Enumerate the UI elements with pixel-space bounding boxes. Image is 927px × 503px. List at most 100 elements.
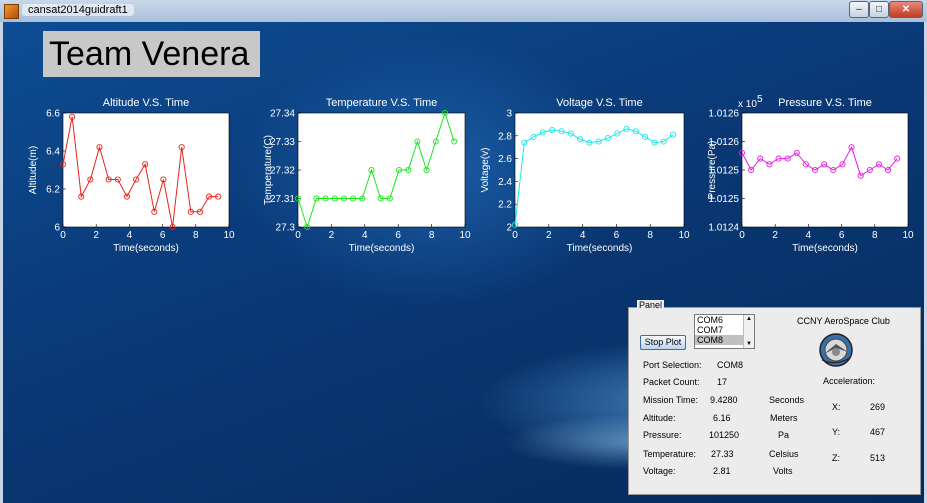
temperature-label: Temperature: xyxy=(643,449,697,459)
close-button[interactable]: ✕ xyxy=(889,1,923,18)
y-tick-label: 3 xyxy=(506,109,512,120)
x-tick-label: 4 xyxy=(362,230,368,241)
y-tick-label: 27.3 xyxy=(276,223,296,234)
port-listbox[interactable]: COM6 COM7 COM8 ▲ ▼ xyxy=(694,314,755,349)
x-tick-label: 4 xyxy=(580,230,586,241)
temperature-unit: Celsius xyxy=(769,449,799,459)
window-title: cansat2014guidraft1 xyxy=(22,4,134,16)
mission-time-unit: Seconds xyxy=(769,395,805,405)
y-axis-label: Altitude(m) xyxy=(28,146,39,194)
voltage-value: 2.81 xyxy=(713,466,731,476)
y-tick-label: 1.0125 xyxy=(708,166,739,177)
accel-x-label: X: xyxy=(832,402,841,412)
x-tick-label: 6 xyxy=(839,230,845,241)
port-option-selected[interactable]: COM8 xyxy=(695,335,743,345)
x-tick-label: 2 xyxy=(329,230,335,241)
y-tick-label: 27.34 xyxy=(270,109,295,120)
x-tick-label: 6 xyxy=(160,230,166,241)
minimize-button[interactable]: – xyxy=(849,1,869,18)
x-tick-label: 4 xyxy=(127,230,133,241)
x-tick-label: 10 xyxy=(902,230,914,241)
x-tick-label: 0 xyxy=(512,230,518,241)
x-axis-label: Time(seconds) xyxy=(792,243,858,254)
x-tick-label: 2 xyxy=(772,230,778,241)
plot-axes-area xyxy=(741,112,909,228)
voltage-unit: Volts xyxy=(773,466,793,476)
port-option[interactable]: COM7 xyxy=(695,325,743,335)
x-tick-label: 0 xyxy=(295,230,301,241)
club-name: CCNY AeroSpace Club xyxy=(797,316,890,326)
y-tick-label: 1.0126 xyxy=(708,109,739,120)
y-axis-exponent-power: 5 xyxy=(757,94,763,105)
x-tick-label: 10 xyxy=(223,230,235,241)
panel-legend: Panel xyxy=(637,300,665,310)
plot-title: Voltage V.S. Time xyxy=(556,97,642,109)
altitude-plot: Altitude V.S. Time Time(seconds) Altitude(… xyxy=(6,90,241,263)
y-tick-label: 2.4 xyxy=(498,177,512,188)
accel-z-value: 513 xyxy=(870,453,886,463)
plot-svg: Temperature V.S. TimeTime(seconds)Temper… xyxy=(263,97,471,254)
scroll-down-icon[interactable]: ▼ xyxy=(746,341,752,347)
y-tick-label: 27.31 xyxy=(270,194,295,205)
accel-z-label: Z: xyxy=(832,453,840,463)
altitude-label: Altitude: xyxy=(643,413,676,423)
y-tick-label: 1.0126 xyxy=(708,137,739,148)
maximize-button[interactable]: □ xyxy=(869,1,889,18)
plot-title: Pressure V.S. Time xyxy=(778,97,872,109)
port-selection-label: Port Selection: xyxy=(643,360,702,370)
packet-count-value: 17 xyxy=(717,377,728,387)
x-tick-label: 8 xyxy=(429,230,435,241)
matlab-app-icon xyxy=(4,4,19,19)
x-tick-label: 8 xyxy=(647,230,653,241)
x-tick-label: 4 xyxy=(806,230,812,241)
plot-svg: Pressure V.S. TimeTime(seconds)Pressure(… xyxy=(707,94,914,254)
y-tick-label: 2.6 xyxy=(498,154,512,165)
x-axis-label: Time(seconds) xyxy=(349,243,415,254)
y-tick-label: 27.33 xyxy=(270,137,295,148)
temperature-value: 27.33 xyxy=(711,449,734,459)
voltage-plot: Voltage V.S. Time Time(seconds) Voltage(v)… xyxy=(463,90,696,263)
y-tick-label: 6 xyxy=(54,223,60,234)
club-logo-icon xyxy=(819,333,853,367)
pressure-label: Pressure: xyxy=(643,430,682,440)
x-tick-label: 0 xyxy=(739,230,745,241)
listbox-scrollbar[interactable]: ▲ ▼ xyxy=(743,315,754,348)
port-option[interactable]: COM6 xyxy=(695,315,743,325)
y-tick-label: 2.2 xyxy=(498,200,512,211)
y-axis-exponent-label: x 10 xyxy=(738,99,757,110)
y-tick-label: 27.32 xyxy=(270,166,295,177)
x-tick-label: 2 xyxy=(93,230,99,241)
x-tick-label: 6 xyxy=(614,230,620,241)
team-title: Team Venera xyxy=(43,31,260,77)
x-tick-label: 8 xyxy=(193,230,199,241)
mission-time-label: Mission Time: xyxy=(643,395,699,405)
scroll-up-icon[interactable]: ▲ xyxy=(746,316,752,322)
y-tick-label: 6.2 xyxy=(46,185,60,196)
pressure-unit: Pa xyxy=(778,430,790,440)
window-titlebar: cansat2014guidraft1 – □ ✕ xyxy=(0,0,927,23)
x-tick-label: 6 xyxy=(395,230,401,241)
y-tick-label: 6.4 xyxy=(46,147,60,158)
altitude-unit: Meters xyxy=(770,413,798,423)
x-tick-label: 2 xyxy=(546,230,552,241)
y-tick-label: 2.8 xyxy=(498,131,512,142)
port-selection-value: COM8 xyxy=(717,360,744,370)
pressure-plot: Pressure V.S. Time Time(seconds) Pressure(… xyxy=(688,90,920,263)
plot-svg: Altitude V.S. Time Time(seconds) Altitude(… xyxy=(28,97,235,254)
y-tick-label: 2 xyxy=(506,223,512,234)
acceleration-label: Acceleration: xyxy=(823,376,876,386)
packet-count-label: Packet Count: xyxy=(643,377,700,387)
x-tick-label: 0 xyxy=(60,230,66,241)
accel-y-label: Y: xyxy=(832,427,841,437)
x-axis-label: Time(seconds) xyxy=(567,243,633,254)
y-axis-label: Voltage(v) xyxy=(480,147,491,192)
stop-plot-button[interactable]: Stop Plot xyxy=(640,335,686,350)
x-tick-label: 8 xyxy=(872,230,878,241)
temperature-plot: Temperature V.S. Time Time(seconds) Temper… xyxy=(245,90,477,263)
plot-axes-area xyxy=(514,112,685,228)
x-axis-label: Time(seconds) xyxy=(113,243,179,254)
mission-time-value: 9.4280 xyxy=(710,395,738,405)
plot-svg: Voltage V.S. Time Time(seconds) Voltage(v)… xyxy=(480,97,690,254)
altitude-value: 6.16 xyxy=(713,413,731,423)
accel-y-value: 467 xyxy=(870,427,886,437)
